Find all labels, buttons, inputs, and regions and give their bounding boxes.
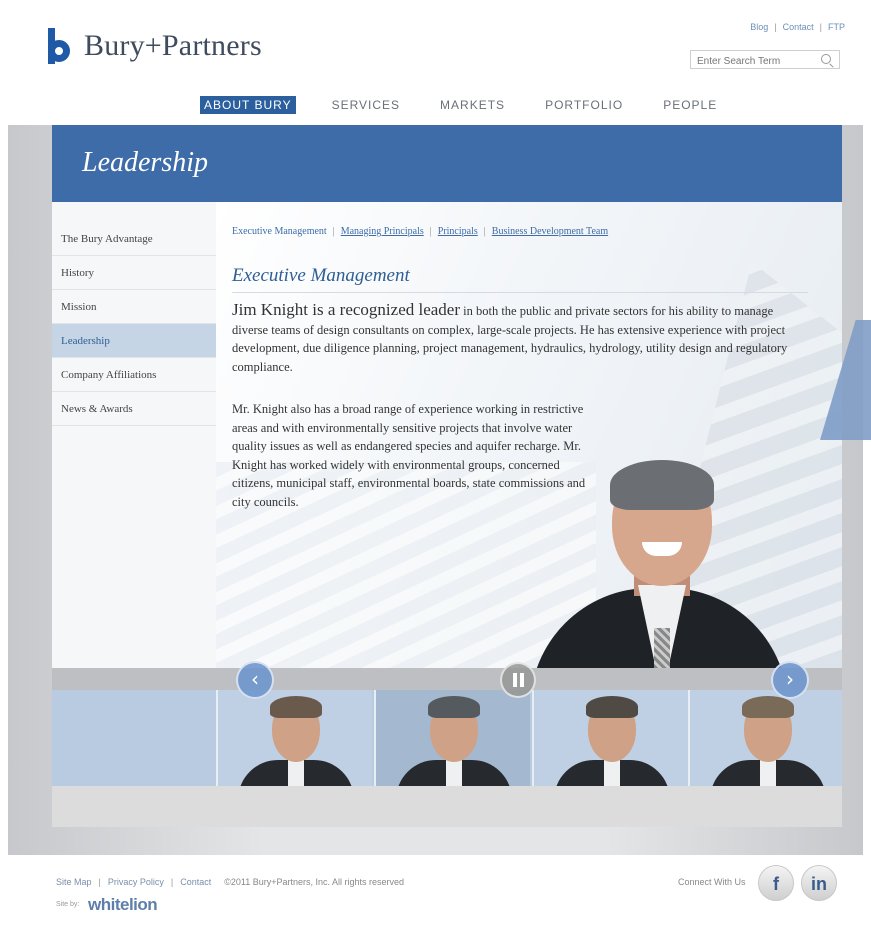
divider: | [98,877,101,887]
nav-about-bury[interactable]: ABOUT BURY [200,96,296,114]
divider: | [332,226,335,237]
thumbnail-empty [52,690,208,786]
nav-markets[interactable]: MARKETS [436,96,509,114]
divider: | [483,226,486,237]
copyright: ©2011 Bury+Partners, Inc. All rights res… [224,877,405,887]
privacy-link[interactable]: Privacy Policy [108,877,164,887]
agency-logo[interactable]: whitelion [88,895,158,915]
site-by-label: Site by: [56,901,80,908]
thumbnail-4[interactable] [688,690,842,786]
lead-paragraph: Jim Knight is a recognized leader in bot… [232,300,802,376]
utility-links: Blog | Contact | FTP [750,22,845,32]
page-title-bar: Leadership [52,125,842,202]
logo-text: Bury+Partners [84,29,262,62]
nav-portfolio[interactable]: PORTFOLIO [541,96,627,114]
sidebar-item-leadership[interactable]: Leadership [52,324,216,358]
carousel-footer-strip [52,786,842,827]
connect-label: Connect With Us [678,877,746,887]
subnav-business-development-team[interactable]: Business Development Team [492,226,608,237]
search-box [690,50,840,70]
sidebar-item-history[interactable]: History [52,256,216,290]
search-icon[interactable] [821,54,831,64]
blog-link[interactable]: Blog [750,22,768,32]
sidebar-item-news-awards[interactable]: News & Awards [52,392,216,426]
thumbnail-2-active[interactable] [374,690,530,786]
thumbnail-3[interactable] [532,690,688,786]
contact-link[interactable]: Contact [783,22,814,32]
facebook-icon[interactable]: f [758,865,794,901]
subnav-managing-principals[interactable]: Managing Principals [341,226,424,237]
featured-portrait [530,460,788,668]
main-nav: ABOUT BURY SERVICES MARKETS PORTFOLIO PE… [200,96,721,114]
thumbnail-1[interactable] [216,690,372,786]
sidebar-item-mission[interactable]: Mission [52,290,216,324]
page-title: Leadership [82,147,208,178]
logo-mark-icon [44,28,72,64]
sidebar-item-bury-advantage[interactable]: The Bury Advantage [52,222,216,256]
site-footer: Site Map | Privacy Policy | Contact ©201… [0,855,871,943]
nav-people[interactable]: PEOPLE [659,96,721,114]
nav-services[interactable]: SERVICES [328,96,404,114]
sitemap-link[interactable]: Site Map [56,877,92,887]
section-divider [232,292,808,293]
carousel-rail [52,668,842,690]
linkedin-icon[interactable]: in [801,865,837,901]
subnav-executive-management[interactable]: Executive Management [232,226,327,237]
subnav-principals[interactable]: Principals [438,226,478,237]
footer-contact-link[interactable]: Contact [180,877,211,887]
carousel-pause-button[interactable] [500,662,536,698]
section-title: Executive Management [232,265,410,286]
carousel-thumbnails [52,690,842,786]
sidebar-item-company-affiliations[interactable]: Company Affiliations [52,358,216,392]
divider: | [429,226,432,237]
sidebar: The Bury Advantage History Mission Leade… [52,222,216,426]
carousel-prev-button[interactable]: ‹ [236,661,274,699]
sub-navigation: Executive Management | Managing Principa… [232,226,608,237]
ftp-link[interactable]: FTP [828,22,845,32]
divider: | [819,22,822,32]
carousel-next-button[interactable]: › [771,661,809,699]
divider: | [170,877,174,887]
search-input[interactable] [691,53,809,70]
footer-links: Site Map | Privacy Policy | Contact ©201… [56,877,404,887]
site-header: Bury+Partners Blog | Contact | FTP ABOUT… [0,0,871,125]
lead-highlight: Jim Knight is a recognized leader [232,300,461,319]
logo[interactable]: Bury+Partners [44,28,262,64]
divider: | [774,22,777,32]
